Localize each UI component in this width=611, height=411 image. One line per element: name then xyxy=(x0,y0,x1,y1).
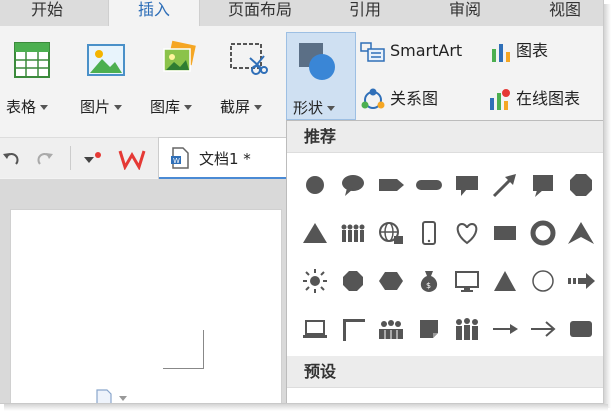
shapes-label: 形状 xyxy=(293,99,324,117)
globe-shape-icon[interactable] xyxy=(377,219,405,247)
arrowhead-shape-icon[interactable] xyxy=(567,219,595,247)
triangle-shape-icon[interactable] xyxy=(301,219,329,247)
screenshot-icon xyxy=(230,43,268,75)
smartart-label: SmartArt xyxy=(390,41,463,60)
toolbar-divider xyxy=(70,146,71,170)
laptop-shape-icon[interactable] xyxy=(301,315,329,343)
speech-bubble-shape-icon[interactable] xyxy=(339,171,367,199)
wps-logo-icon[interactable] xyxy=(118,148,146,170)
chart-label: 图表 xyxy=(516,41,549,60)
table-icon xyxy=(14,42,50,78)
online-chart-icon xyxy=(490,88,510,110)
wps-writer-window: 开始 插入 页面布局 引用 审阅 视图 表格 图片 图库 截屏 形状 Smart… xyxy=(0,0,604,404)
tab-review[interactable]: 审阅 xyxy=(430,0,500,24)
folded-corner-shape-icon[interactable] xyxy=(415,315,443,343)
customize-dropdown-icon[interactable] xyxy=(82,152,104,166)
mobile-phone-shape-icon[interactable] xyxy=(415,219,443,247)
paste-options-icon[interactable] xyxy=(93,388,133,404)
chevron-down-icon xyxy=(184,105,193,110)
octagon-shape-icon[interactable] xyxy=(567,171,595,199)
online-chart-button[interactable]: 在线图表 xyxy=(488,86,580,112)
picture-button[interactable]: 图片 xyxy=(74,32,140,118)
undo-icon[interactable] xyxy=(2,150,20,168)
striped-arrow-shape-icon[interactable] xyxy=(567,267,595,295)
circle-outline-shape-icon[interactable] xyxy=(529,267,557,295)
tab-page-layout[interactable]: 页面布局 xyxy=(210,0,310,24)
recommended-header: 推荐 xyxy=(287,121,603,153)
window-shadow-right xyxy=(604,4,611,408)
smartart-button[interactable]: SmartArt xyxy=(360,38,462,64)
shapes-dropdown: 推荐 $ 预设 xyxy=(286,120,603,403)
people-group-shape-icon[interactable] xyxy=(339,219,367,247)
relation-diagram-icon xyxy=(361,88,385,109)
document-icon: W xyxy=(171,147,189,169)
gallery-label: 图库 xyxy=(150,98,181,116)
chevron-down-icon xyxy=(114,105,123,110)
gallery-button[interactable]: 图库 xyxy=(146,32,212,118)
relation-diagram-label: 关系图 xyxy=(390,89,439,108)
window-shadow-bottom xyxy=(4,404,608,411)
picture-icon xyxy=(87,44,125,76)
redo-icon[interactable] xyxy=(36,150,54,168)
monitor-shape-icon[interactable] xyxy=(453,267,481,295)
margin-corner-mark xyxy=(163,330,204,369)
insert-ribbon: 表格 图片 图库 截屏 形状 SmartArt 图表 关系图 在线图表 xyxy=(0,26,603,122)
donut-shape-icon[interactable] xyxy=(529,219,557,247)
oval-shape-icon[interactable] xyxy=(301,171,329,199)
picture-label: 图片 xyxy=(80,98,111,116)
money-bag-shape-icon[interactable]: $ xyxy=(415,267,443,295)
document-tab[interactable]: W 文档1 * xyxy=(158,137,291,180)
bar-chart-icon xyxy=(492,43,510,62)
tab-insert[interactable]: 插入 xyxy=(108,0,200,26)
triangle-filled-shape-icon[interactable] xyxy=(491,267,519,295)
half-frame-shape-icon[interactable] xyxy=(339,315,367,343)
octagon-filled-shape-icon[interactable] xyxy=(339,267,367,295)
chevron-down-icon xyxy=(327,106,336,111)
square-callout-shape-icon[interactable] xyxy=(529,171,557,199)
rounded-rectangle-shape-icon[interactable] xyxy=(415,171,443,199)
document-area xyxy=(0,179,290,403)
right-arrow-line-shape-icon[interactable] xyxy=(491,315,519,343)
rectangle-shape-icon[interactable] xyxy=(491,219,519,247)
screenshot-button[interactable]: 截屏 xyxy=(216,32,282,118)
rounded-square-shape-icon[interactable] xyxy=(567,315,595,343)
hexagon-shape-icon[interactable] xyxy=(377,267,405,295)
relation-diagram-button[interactable]: 关系图 xyxy=(360,86,438,112)
team-meeting-shape-icon[interactable] xyxy=(377,315,405,343)
heart-shape-icon[interactable] xyxy=(453,219,481,247)
shapes-icon xyxy=(299,43,335,80)
gallery-icon xyxy=(163,40,196,72)
pentagon-arrow-shape-icon[interactable] xyxy=(377,171,405,199)
svg-text:$: $ xyxy=(426,281,431,290)
people-crowd-shape-icon[interactable] xyxy=(453,315,481,343)
document-page[interactable] xyxy=(10,209,282,404)
chevron-down-icon xyxy=(254,105,263,110)
shapes-button[interactable]: 形状 xyxy=(286,32,356,120)
chart-button[interactable]: 图表 xyxy=(490,38,548,64)
tab-references[interactable]: 引用 xyxy=(330,0,400,24)
document-tab-label: 文档1 * xyxy=(199,150,251,168)
open-arrow-shape-icon[interactable] xyxy=(529,315,557,343)
preset-header: 预设 xyxy=(287,356,603,388)
table-label: 表格 xyxy=(6,98,37,116)
svg-text:W: W xyxy=(173,157,180,165)
tab-view[interactable]: 视图 xyxy=(530,0,600,24)
table-button[interactable]: 表格 xyxy=(0,32,66,118)
ribbon-tab-bar: 开始 插入 页面布局 引用 审阅 视图 xyxy=(0,0,603,26)
sun-shape-icon[interactable] xyxy=(301,267,329,295)
online-chart-label: 在线图表 xyxy=(516,89,581,108)
smartart-icon xyxy=(360,41,385,62)
chevron-down-icon xyxy=(40,105,49,110)
rectangle-callout-shape-icon[interactable] xyxy=(453,171,481,199)
screenshot-label: 截屏 xyxy=(220,98,251,116)
diagonal-arrow-shape-icon[interactable] xyxy=(491,171,519,199)
tab-home[interactable]: 开始 xyxy=(6,0,88,24)
